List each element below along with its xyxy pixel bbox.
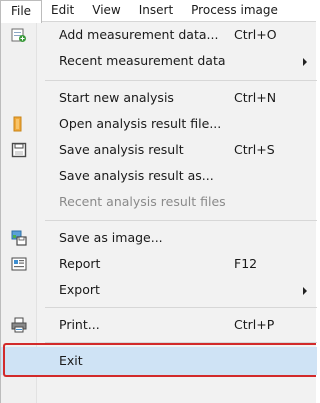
menu-separator (45, 80, 317, 81)
print-icon (11, 317, 27, 333)
menu-item-save-as-image[interactable]: Save as image... (1, 225, 317, 251)
menu-insert[interactable]: Insert (130, 0, 182, 22)
menu-view[interactable]: View (83, 0, 129, 22)
menu-item-report[interactable]: Report F12 (1, 251, 317, 277)
menu-separator (45, 307, 317, 308)
menu-item-label: Add measurement data... (59, 27, 219, 42)
menu-item-shortcut: Ctrl+O (234, 27, 277, 42)
menu-item-start-new-analysis[interactable]: Start new analysis Ctrl+N (1, 85, 317, 111)
save-icon (11, 142, 27, 158)
menu-item-shortcut: Ctrl+S (234, 142, 275, 157)
menu-edit[interactable]: Edit (42, 0, 83, 22)
menu-item-shortcut: Ctrl+P (234, 317, 275, 332)
menu-item-label: Open analysis result file... (59, 116, 222, 131)
report-icon (11, 256, 27, 272)
menu-item-save-analysis-result[interactable]: Save analysis result Ctrl+S (1, 137, 317, 163)
submenu-arrow-icon (303, 58, 307, 66)
folder-icon (11, 116, 27, 132)
menu-item-recent-measurement-data[interactable]: Recent measurement data (1, 48, 317, 74)
menu-item-add-measurement-data[interactable]: Add measurement data... Ctrl+O (1, 22, 317, 48)
exit-highlight-frame (3, 343, 316, 377)
menu-item-open-analysis-result-file[interactable]: Open analysis result file... (1, 111, 317, 137)
menu-item-label: Recent analysis result files (59, 194, 226, 209)
menu-item-label: Recent measurement data (59, 53, 226, 68)
menu-item-recent-analysis-result-files: Recent analysis result files (1, 189, 317, 215)
menu-process-image[interactable]: Process image (182, 0, 287, 22)
menu-item-save-analysis-result-as[interactable]: Save analysis result as... (1, 163, 317, 189)
menu-item-label: Report (59, 256, 101, 271)
menu-item-label: Save as image... (59, 230, 163, 245)
menu-separator (45, 220, 317, 221)
menu-item-label: Start new analysis (59, 90, 174, 105)
save-image-icon (11, 230, 27, 246)
menu-item-label: Save analysis result (59, 142, 184, 157)
menu-item-label: Export (59, 282, 100, 297)
menu-item-print[interactable]: Print... Ctrl+P (1, 312, 317, 338)
menu-file[interactable]: File (0, 0, 42, 23)
menu-item-export[interactable]: Export (1, 277, 317, 303)
menu-item-shortcut: Ctrl+N (234, 90, 277, 105)
menu-item-label: Save analysis result as... (59, 168, 214, 183)
add-data-icon (11, 27, 27, 43)
menu-bar: File Edit View Insert Process image (0, 0, 316, 23)
submenu-arrow-icon (303, 287, 307, 295)
menu-item-label: Print... (59, 317, 100, 332)
menu-item-shortcut: F12 (234, 256, 258, 271)
